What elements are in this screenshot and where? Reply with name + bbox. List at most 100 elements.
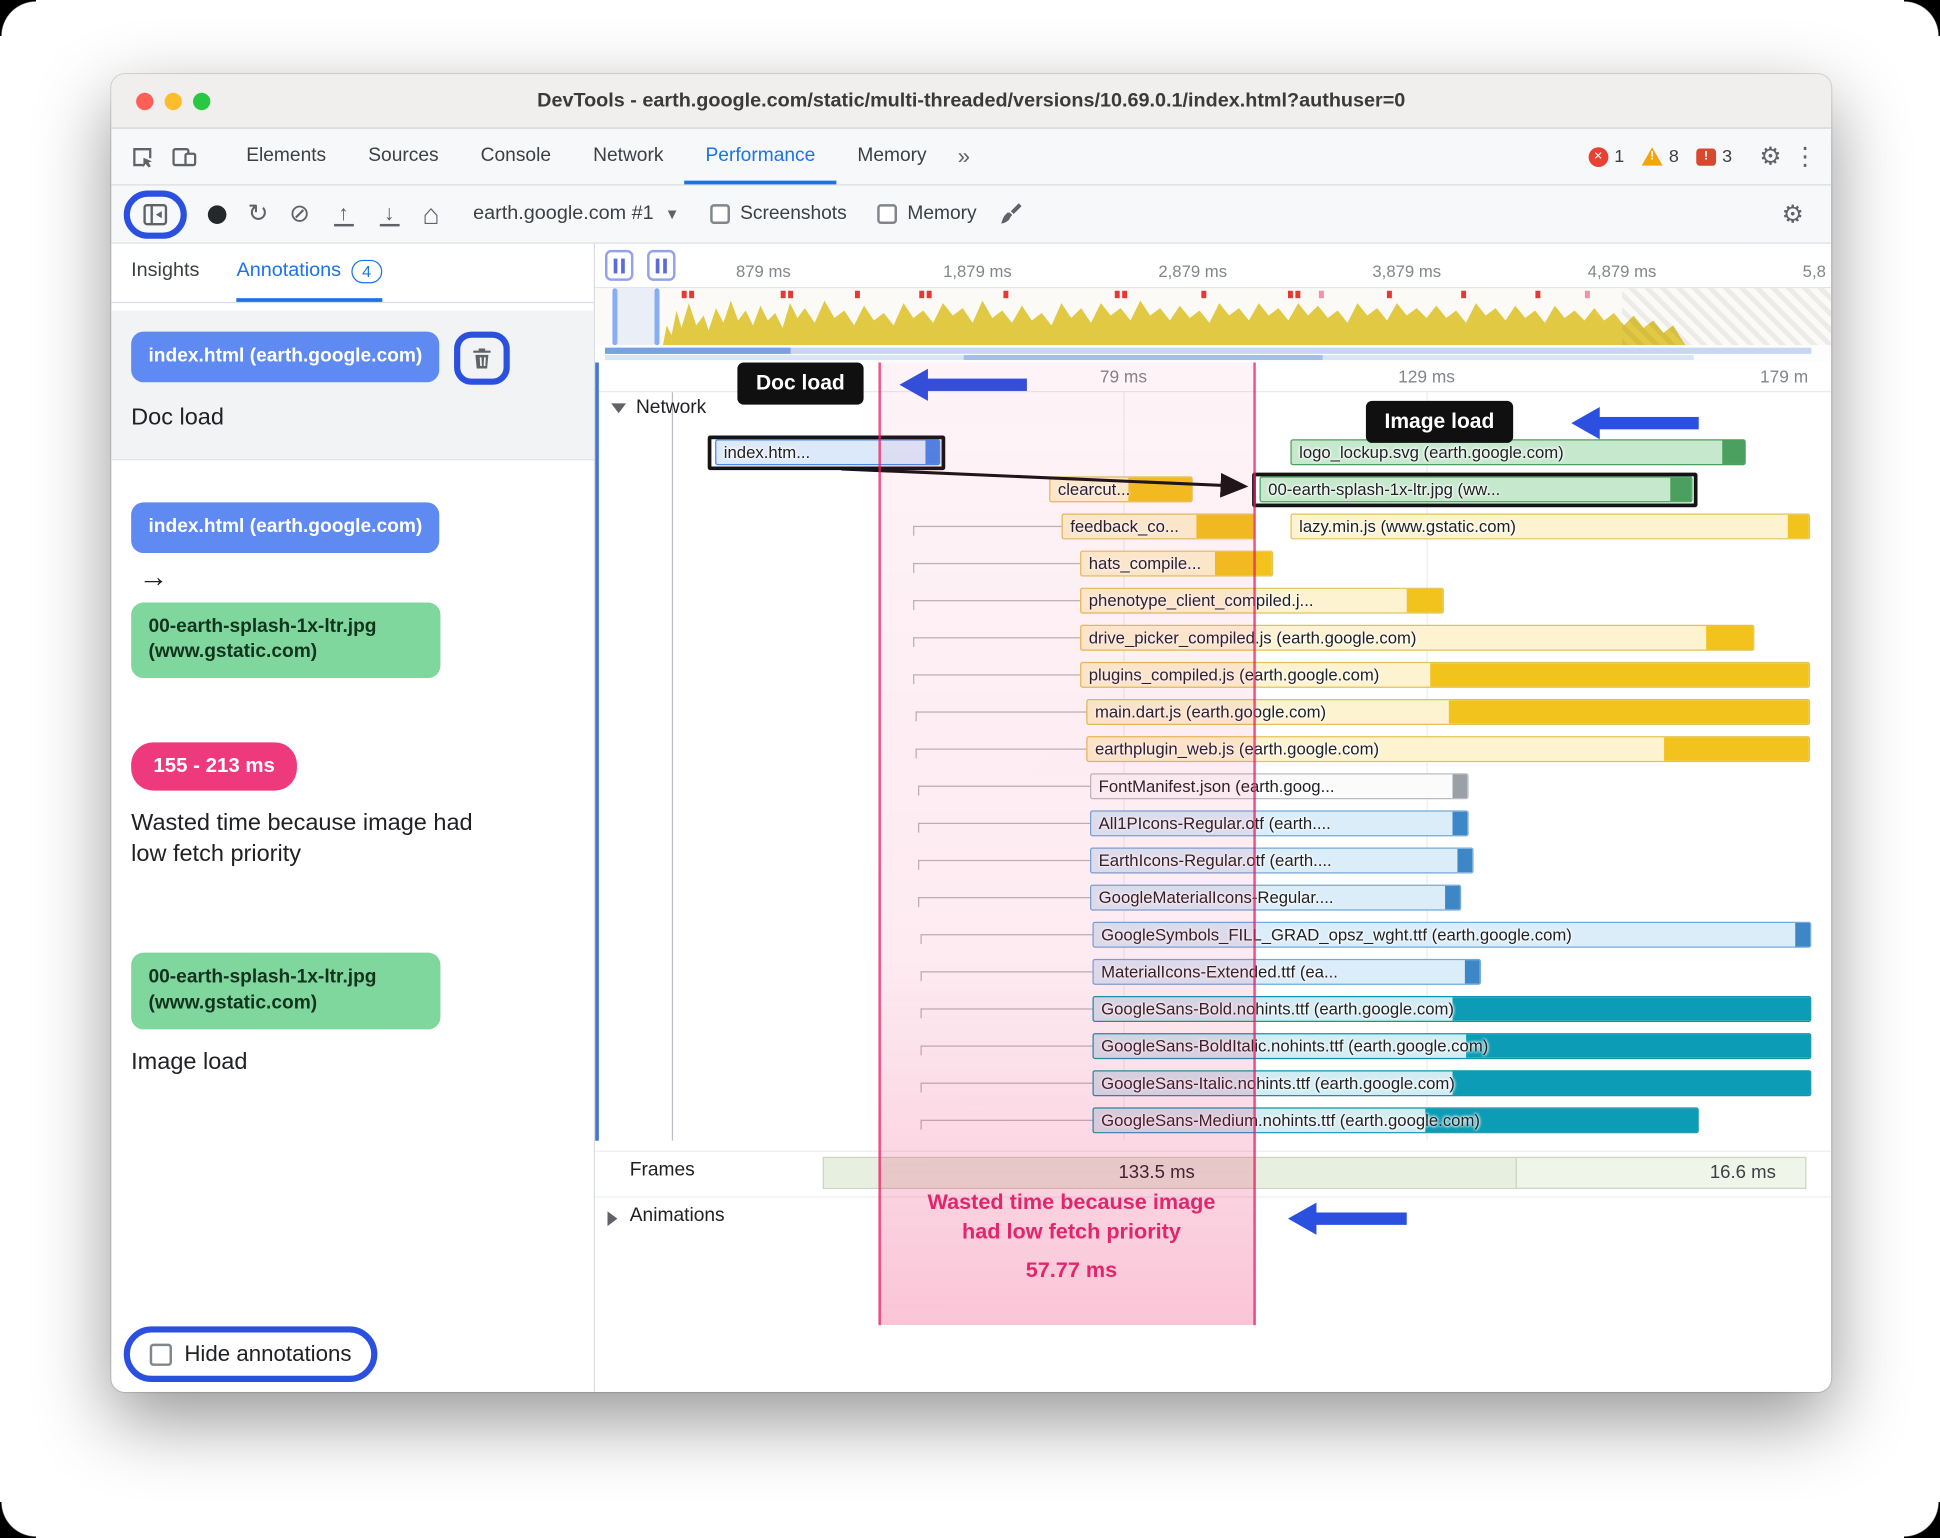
record-button[interactable] <box>207 204 227 224</box>
network-request-bar[interactable]: EarthIcons-Regular.otf (earth.... <box>1090 847 1474 874</box>
kebab-menu-icon[interactable]: ⋮ <box>1792 137 1819 177</box>
collect-garbage-icon[interactable] <box>998 200 1025 227</box>
network-request-row: GoogleSans-Medium.nohints.ttf (earth.goo… <box>599 1102 1831 1139</box>
annotation-chip-splash[interactable]: 00-earth-splash-1x-ltr.jpg (www.gstatic.… <box>131 601 441 679</box>
sidebar-tabs: Insights Annotations 4 <box>111 244 594 304</box>
request-whisker <box>918 896 1091 907</box>
network-request-bar[interactable]: logo_lockup.svg (earth.google.com) <box>1290 439 1746 466</box>
network-waterfall-track[interactable]: 79 ms 129 ms 179 m Network index.htm... log… <box>595 362 1832 1141</box>
network-request-row: FontManifest.json (earth.goog... <box>599 768 1831 805</box>
warning-badge[interactable]: ! 8 <box>1641 147 1679 166</box>
wasted-time-arrow-icon <box>1287 1202 1407 1235</box>
request-whisker <box>918 859 1091 870</box>
memory-checkbox[interactable]: Memory <box>877 203 977 225</box>
network-request-bar[interactable]: phenotype_client_compiled.j... <box>1080 587 1444 614</box>
issue-count: 3 <box>1722 146 1733 167</box>
minimap-handle-right[interactable] <box>654 288 660 346</box>
network-request-row: EarthIcons-Regular.otf (earth.... <box>599 843 1831 880</box>
annotation-entry-time-range[interactable]: 155 - 213 ms Wasted time because image h… <box>111 742 594 871</box>
annotation-entry-doc-load[interactable]: index.html (earth.google.com) Doc load <box>111 310 594 460</box>
network-request-bar[interactable]: lazy.min.js (www.gstatic.com) <box>1290 513 1811 540</box>
screen-corner <box>1904 0 1940 36</box>
settings-gear-icon[interactable]: ⚙ <box>1749 137 1791 177</box>
network-request-bar[interactable]: 00-earth-splash-1x-ltr.jpg (ww... <box>1259 476 1693 503</box>
network-request-bar[interactable]: GoogleSymbols_FILL_GRAD_opsz_wght.ttf (e… <box>1092 921 1812 948</box>
devtools-tabbar: Elements Sources Console Network Performance… <box>111 128 1832 186</box>
device-toolbar-icon[interactable] <box>163 137 205 177</box>
overview-handle-right[interactable] <box>647 249 676 281</box>
network-request-bar[interactable]: MaterialIcons-Extended.ttf (ea... <box>1092 958 1481 985</box>
checkbox-box <box>877 204 898 224</box>
overview-tick: 3,879 ms <box>1372 262 1442 281</box>
network-request-bar[interactable]: drive_picker_compiled.js (earth.google.c… <box>1080 624 1755 651</box>
tab-annotations[interactable]: Annotations 4 <box>236 244 383 302</box>
tab-network[interactable]: Network <box>572 129 684 185</box>
inspect-element-icon[interactable] <box>121 137 163 177</box>
annotation-chip-splash[interactable]: 00-earth-splash-1x-ltr.jpg (www.gstatic.… <box>131 952 441 1030</box>
minimap-hatch-region <box>1622 288 1832 346</box>
overview-tick: 5,8 <box>1802 262 1826 281</box>
load-profile-icon[interactable]: ↑ <box>331 200 356 227</box>
network-request-bar[interactable]: earthplugin_web.js (earth.google.com) <box>1086 736 1811 763</box>
network-request-bar[interactable]: GoogleSans-BoldItalic.nohints.ttf (earth… <box>1092 1033 1812 1060</box>
annotation-chip-index[interactable]: index.html (earth.google.com) <box>131 331 440 383</box>
tab-sources[interactable]: Sources <box>347 129 459 185</box>
capture-settings-gear-icon[interactable]: ⚙ <box>1772 194 1814 234</box>
network-request-row: GoogleSans-Italic.nohints.ttf (earth.goo… <box>599 1065 1831 1102</box>
overview-handle-left[interactable] <box>605 249 634 281</box>
image-load-callout: Image load <box>1365 400 1513 443</box>
chevron-down-icon: ▼ <box>664 205 680 223</box>
minimap-handle-left[interactable] <box>612 288 618 346</box>
network-request-bar[interactable]: index.htm... <box>715 439 941 466</box>
network-request-row: All1PIcons-Regular.otf (earth.... <box>599 805 1831 842</box>
network-track-header[interactable]: Network <box>611 397 706 419</box>
network-request-bar[interactable]: clearcut... <box>1049 476 1193 503</box>
tab-console[interactable]: Console <box>460 129 572 185</box>
annotation-chip-index[interactable]: index.html (earth.google.com) <box>131 501 440 553</box>
show-sidebar-icon[interactable] <box>141 200 169 228</box>
tab-elements[interactable]: Elements <box>225 129 347 185</box>
network-request-bar[interactable]: GoogleSans-Italic.nohints.ttf (earth.goo… <box>1092 1070 1812 1097</box>
network-request-row: MaterialIcons-Extended.ttf (ea... <box>599 954 1831 991</box>
network-request-bar[interactable]: hats_compile... <box>1080 550 1274 577</box>
delete-annotation-button[interactable] <box>467 341 498 374</box>
cpu-overview-minimap[interactable] <box>595 288 1832 363</box>
screen-corner <box>1904 1502 1940 1538</box>
request-whisker <box>913 600 1081 610</box>
screenshots-checkbox[interactable]: Screenshots <box>710 203 847 225</box>
overview-tick: 1,879 ms <box>943 262 1012 281</box>
error-icon: ✕ <box>1588 146 1609 167</box>
frame-duration-value: 133.5 ms <box>1118 1161 1195 1183</box>
clear-icon[interactable]: ⊘ <box>289 202 310 227</box>
tab-insights[interactable]: Insights <box>131 244 199 302</box>
target-selector[interactable]: earth.google.com #1 ▼ <box>473 203 679 225</box>
network-request-bar[interactable]: plugins_compiled.js (earth.google.com) <box>1080 661 1811 688</box>
network-request-bar[interactable]: All1PIcons-Regular.otf (earth.... <box>1090 810 1469 837</box>
issues-badge[interactable]: ! 3 <box>1696 146 1733 167</box>
network-request-bar[interactable]: feedback_co... <box>1061 513 1255 540</box>
network-request-row: phenotype_client_compiled.j... <box>599 583 1831 620</box>
more-tabs-icon[interactable]: » <box>958 144 970 170</box>
home-icon[interactable]: ⌂ <box>423 200 440 228</box>
performance-toolbar: ↻ ⊘ ↑ ↓ ⌂ earth.google.com #1 ▼ Screensh… <box>111 185 1832 244</box>
timeline-main: 879 ms 1,879 ms 2,879 ms 3,879 ms 4,879 ms 5,… <box>595 243 1832 1392</box>
delete-annotation-ring <box>454 331 511 385</box>
time-range-chip[interactable]: 155 - 213 ms <box>131 742 298 791</box>
tab-memory[interactable]: Memory <box>836 129 947 185</box>
network-request-bar[interactable]: GoogleSans-Bold.nohints.ttf (earth.googl… <box>1092 995 1812 1022</box>
annotation-entry-image-load[interactable]: 00-earth-splash-1x-ltr.jpg (www.gstatic.… <box>111 952 594 1079</box>
error-badge[interactable]: ✕ 1 <box>1588 146 1624 167</box>
network-request-bar[interactable]: main.dart.js (earth.google.com) <box>1086 699 1811 726</box>
hide-annotations-checkbox[interactable]: Hide annotations <box>149 1341 352 1367</box>
tab-performance[interactable]: Performance <box>684 129 837 185</box>
reload-record-icon[interactable]: ↻ <box>247 202 268 227</box>
save-profile-icon[interactable]: ↓ <box>377 200 402 227</box>
network-request-bar[interactable]: GoogleSans-Medium.nohints.ttf (earth.goo… <box>1092 1107 1699 1134</box>
network-request-row: GoogleSans-Bold.nohints.ttf (earth.googl… <box>599 991 1831 1028</box>
network-request-bar[interactable]: GoogleMaterialIcons-Regular.... <box>1090 884 1462 911</box>
annotation-entry-link[interactable]: index.html (earth.google.com) → 00-earth… <box>111 501 594 679</box>
expand-triangle-icon[interactable] <box>607 1211 618 1227</box>
network-request-row: feedback_co... lazy.min.js (www.gstatic.c… <box>599 509 1831 546</box>
network-request-bar[interactable]: FontManifest.json (earth.goog... <box>1090 773 1469 800</box>
annotations-count-badge: 4 <box>350 259 383 283</box>
